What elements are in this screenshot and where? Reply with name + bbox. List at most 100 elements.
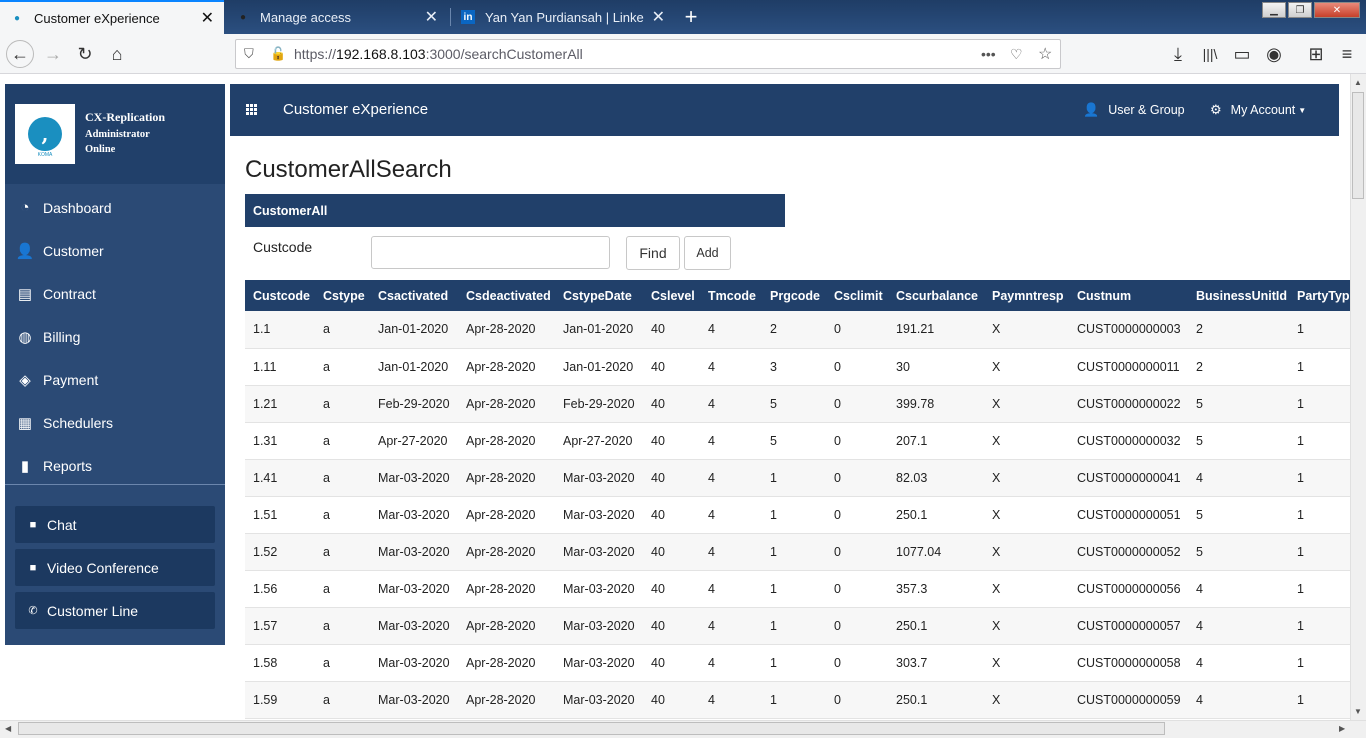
back-button[interactable]: ←: [6, 40, 34, 68]
table-row[interactable]: 1.52 a Mar-03-2020 Apr-28-2020 Mar-03-2020 40…: [245, 533, 1350, 571]
table-cell: 0: [826, 644, 888, 682]
table-row[interactable]: 1.58 a Mar-03-2020 Apr-28-2020 Mar-03-2020 40…: [245, 644, 1350, 682]
table-row[interactable]: 1.1 a Jan-01-2020 Apr-28-2020 Jan-01-2020 40 4…: [245, 311, 1350, 349]
bookmark-star-icon[interactable]: ☆: [1038, 44, 1052, 64]
sidebar-item-payment[interactable]: ◈ Payment: [5, 358, 225, 401]
library-button[interactable]: |||\: [1196, 40, 1224, 68]
my-account-dropdown[interactable]: ⚙ My Account ▼: [1210, 102, 1306, 118]
find-button[interactable]: Find: [626, 236, 680, 270]
forward-button[interactable]: →: [39, 40, 67, 68]
pocket-icon[interactable]: ♡: [1010, 46, 1023, 63]
column-header[interactable]: Csclimit: [826, 280, 888, 311]
insecure-lock-icon[interactable]: 🔓: [270, 46, 286, 62]
table-cell: CUST0000000052: [1069, 533, 1188, 571]
table-cell: 1: [762, 496, 826, 534]
table-cell: X: [984, 570, 1069, 608]
table-row[interactable]: 1.57 a Mar-03-2020 Apr-28-2020 Mar-03-2020 40…: [245, 607, 1350, 645]
table-cell: 4: [700, 311, 762, 349]
table-cell: Apr-28-2020: [458, 385, 555, 423]
close-window-button[interactable]: ✕: [1314, 2, 1360, 18]
table-row[interactable]: 1.56 a Mar-03-2020 Apr-28-2020 Mar-03-2020 40…: [245, 570, 1350, 608]
table-cell: CUST0000000041: [1069, 459, 1188, 497]
table-cell: 4: [1188, 644, 1289, 682]
table-row[interactable]: 1.51 a Mar-03-2020 Apr-28-2020 Mar-03-2020 40…: [245, 496, 1350, 534]
close-tab-icon[interactable]: ✕: [425, 7, 438, 27]
sidebar-item-customer[interactable]: 👤 Customer: [5, 229, 225, 272]
contract-icon: ▤: [17, 285, 33, 303]
column-header[interactable]: Paymntresp: [984, 280, 1069, 311]
column-header[interactable]: BusinessUnitId: [1188, 280, 1289, 311]
table-cell: 1: [1289, 570, 1350, 608]
maximize-window-button[interactable]: ❐: [1288, 2, 1312, 18]
custcode-input[interactable]: [371, 236, 610, 269]
extensions-button[interactable]: ⊞: [1302, 40, 1330, 68]
table-cell: 4: [700, 348, 762, 386]
column-header[interactable]: Tmcode: [700, 280, 762, 311]
table-cell: Jan-01-2020: [555, 348, 643, 386]
table-cell: a: [315, 385, 370, 423]
page-actions-icon[interactable]: •••: [981, 46, 996, 62]
table-cell: Mar-03-2020: [370, 459, 458, 497]
scroll-left-icon[interactable]: ◀: [5, 724, 11, 733]
column-header[interactable]: Cstype: [315, 280, 370, 311]
table-cell: Apr-28-2020: [458, 348, 555, 386]
sidebar-item-contract[interactable]: ▤ Contract: [5, 272, 225, 315]
sidebar-item-billing[interactable]: ◍ Billing: [5, 315, 225, 358]
table-row[interactable]: 1.59 a Mar-03-2020 Apr-28-2020 Mar-03-2020 40…: [245, 681, 1350, 719]
new-tab-button[interactable]: +: [678, 4, 704, 30]
close-tab-icon[interactable]: ✕: [652, 7, 665, 27]
tab-customer-experience[interactable]: ● Customer eXperience ✕: [0, 0, 224, 34]
customer-line-button[interactable]: ✆ Customer Line: [15, 592, 215, 629]
video-icon: ■: [29, 561, 37, 574]
column-header[interactable]: Prgcode: [762, 280, 826, 311]
bar-chart-icon: ▮: [20, 457, 30, 475]
column-header[interactable]: Csactivated: [370, 280, 458, 311]
table-row[interactable]: 1.41 a Mar-03-2020 Apr-28-2020 Mar-03-2020 40…: [245, 459, 1350, 497]
menu-button[interactable]: ≡: [1333, 40, 1361, 68]
home-button[interactable]: ⌂: [103, 40, 131, 68]
chat-label: Chat: [47, 516, 77, 533]
scroll-right-icon[interactable]: ▶: [1339, 724, 1345, 733]
column-header[interactable]: Custnum: [1069, 280, 1188, 311]
tab-linkedin[interactable]: in Yan Yan Purdiansah | LinkedIn ✕: [451, 0, 675, 34]
table-cell: Jan-01-2020: [370, 311, 458, 349]
reload-button[interactable]: ↻: [71, 40, 99, 68]
user-group-link[interactable]: 👤 User & Group: [1083, 102, 1185, 118]
column-header[interactable]: CstypeDate: [555, 280, 643, 311]
column-header[interactable]: Custcode: [245, 280, 315, 311]
table-cell: 40: [643, 348, 700, 386]
table-row[interactable]: 1.31 a Apr-27-2020 Apr-28-2020 Apr-27-2020 40…: [245, 422, 1350, 460]
avatar: , KOMA: [15, 104, 75, 164]
vertical-scroll-thumb[interactable]: [1352, 92, 1364, 199]
table-cell: 0: [826, 459, 888, 497]
apps-grid-icon[interactable]: [246, 104, 257, 115]
downloads-button[interactable]: ⤓: [1164, 40, 1192, 68]
table-row[interactable]: 1.21 a Feb-29-2020 Apr-28-2020 Feb-29-2020 40…: [245, 385, 1350, 423]
sidebar-item-schedulers[interactable]: ▦ Schedulers: [5, 401, 225, 444]
column-header[interactable]: Cscurbalance: [888, 280, 984, 311]
chat-button[interactable]: ■ Chat: [15, 506, 215, 543]
account-button[interactable]: ◉: [1260, 40, 1288, 68]
minimize-window-button[interactable]: ▁: [1262, 2, 1286, 18]
url-bar[interactable]: ⛉ 🔓 https://192.168.8.103:3000/searchCus…: [235, 39, 1061, 69]
sidebar-item-reports[interactable]: ▮ Reports: [5, 444, 225, 487]
table-row[interactable]: 1.11 a Jan-01-2020 Apr-28-2020 Jan-01-2020 40…: [245, 348, 1350, 386]
table-cell: 1.58: [245, 644, 315, 682]
close-tab-icon[interactable]: ✕: [201, 8, 214, 28]
table-cell: 5: [1188, 385, 1289, 423]
table-cell: 1: [1289, 533, 1350, 571]
shield-icon[interactable]: ⛉: [244, 46, 254, 62]
scroll-down-icon[interactable]: ▼: [1354, 707, 1362, 716]
tab-manage-access[interactable]: ● Manage access ✕: [226, 0, 448, 34]
scroll-up-icon[interactable]: ▲: [1354, 78, 1362, 87]
url-text[interactable]: https://192.168.8.103:3000/searchCustome…: [294, 46, 583, 62]
table-cell: a: [315, 496, 370, 534]
sidebar-toggle-button[interactable]: ▭: [1228, 40, 1256, 68]
column-header[interactable]: Cslevel: [643, 280, 700, 311]
add-button[interactable]: Add: [684, 236, 731, 270]
horizontal-scroll-thumb[interactable]: [18, 722, 1165, 735]
video-conference-button[interactable]: ■ Video Conference: [15, 549, 215, 586]
column-header[interactable]: Csdeactivated: [458, 280, 555, 311]
column-header[interactable]: PartyType: [1289, 280, 1350, 311]
sidebar-item-dashboard[interactable]: ◔ Dashboard: [5, 186, 225, 229]
